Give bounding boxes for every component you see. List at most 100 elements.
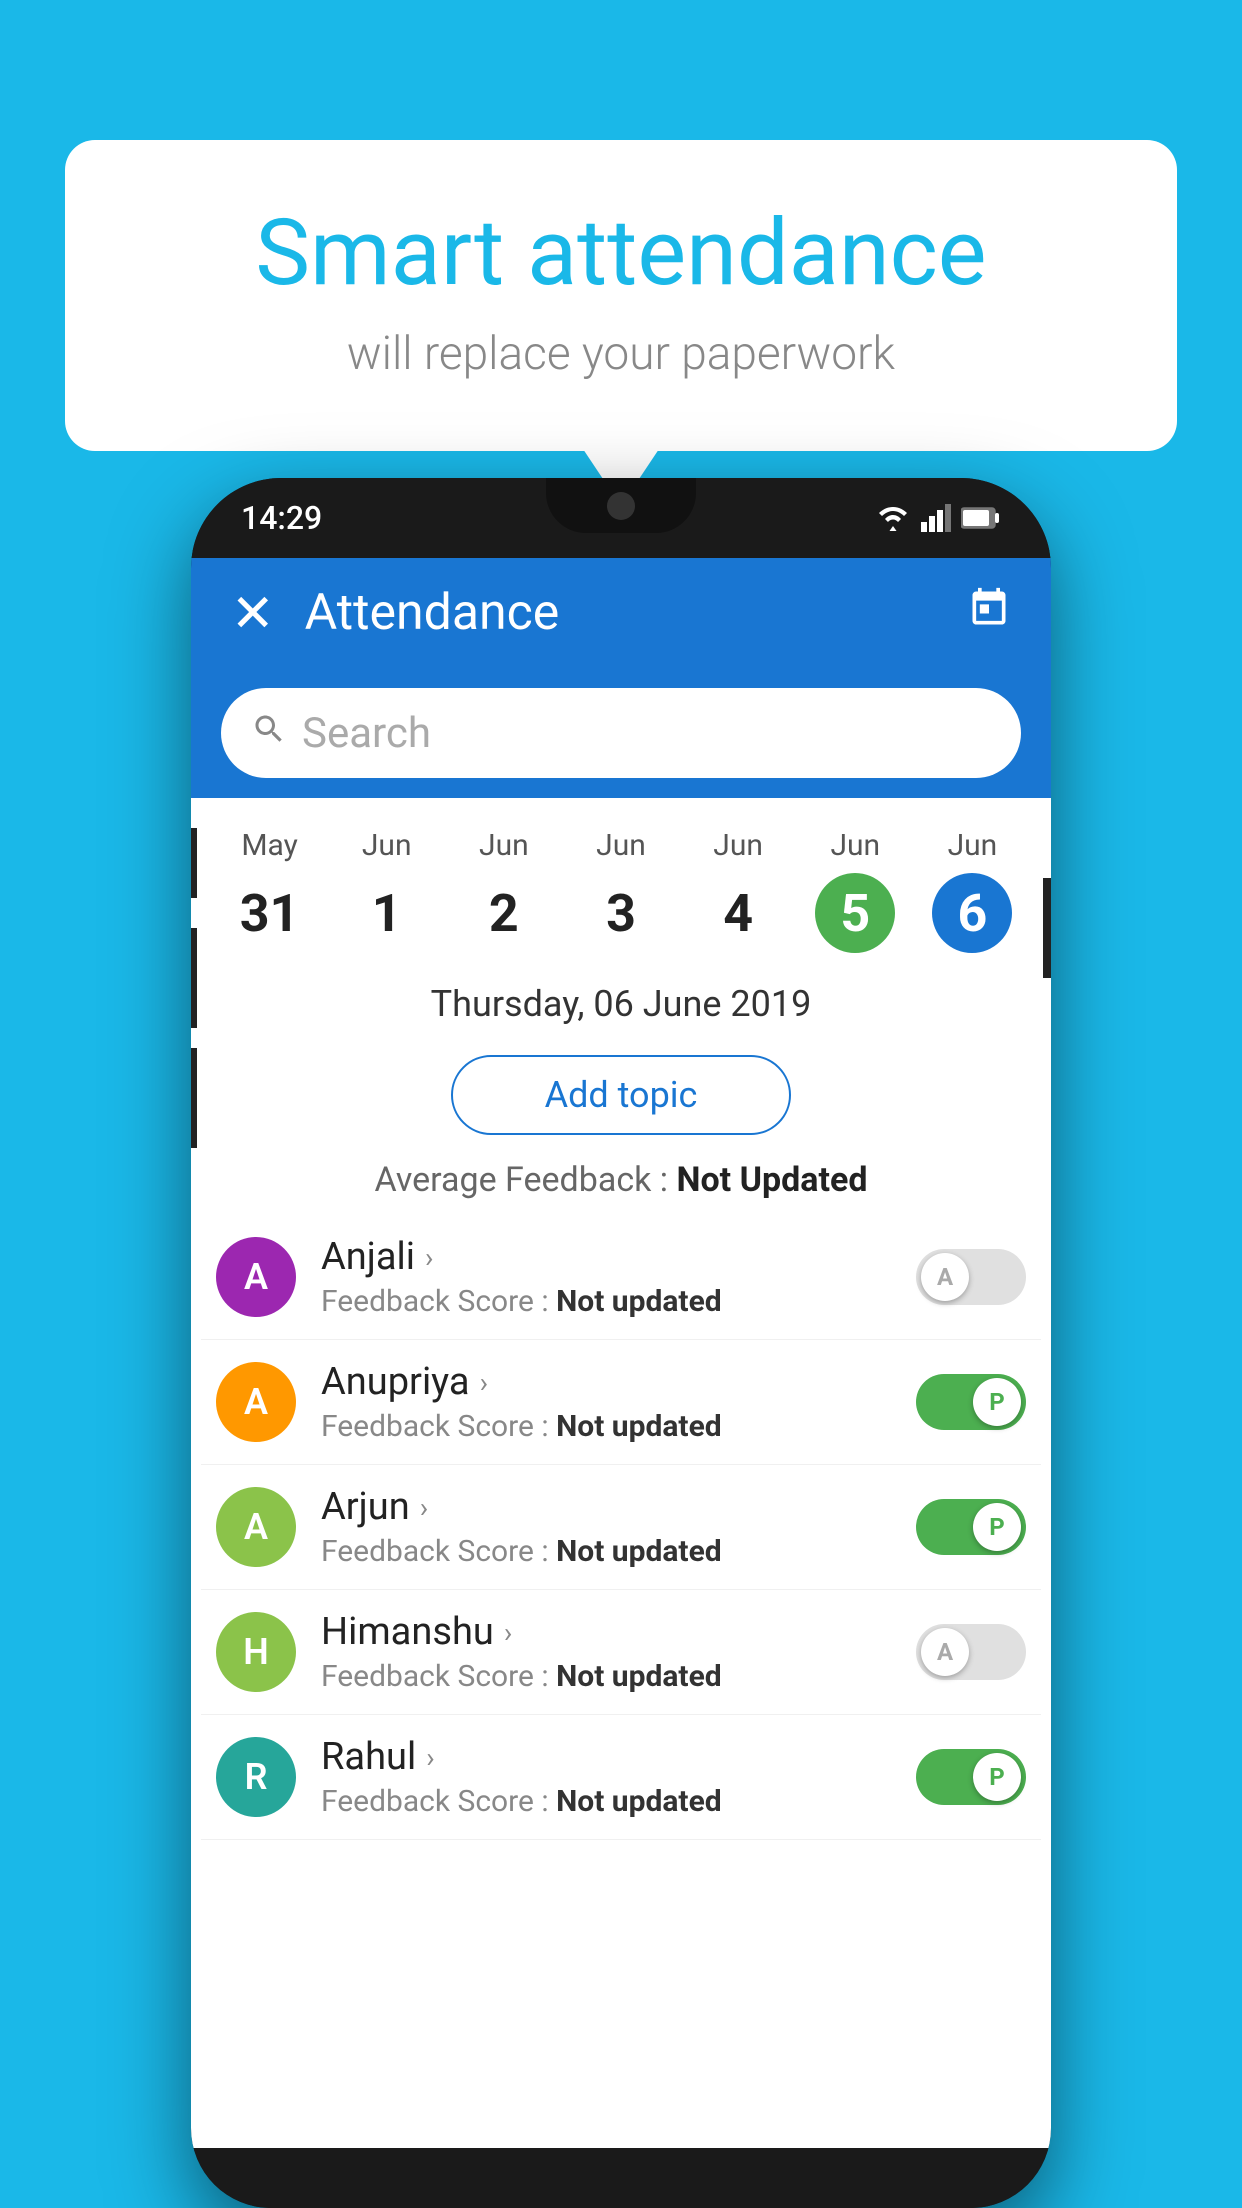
student-list: AAnjali›Feedback Score : Not updatedAAAn… bbox=[191, 1215, 1051, 1840]
phone: 14:29 bbox=[191, 478, 1051, 2208]
day-number[interactable]: 2 bbox=[464, 873, 544, 953]
selected-date: Thursday, 06 June 2019 bbox=[191, 963, 1051, 1045]
bubble-subtitle: will replace your paperwork bbox=[145, 327, 1097, 381]
add-topic-label: Add topic bbox=[545, 1074, 698, 1116]
toggle-knob: A bbox=[921, 1253, 969, 1301]
student-name: Anupriya› bbox=[321, 1360, 906, 1404]
status-time: 14:29 bbox=[241, 499, 322, 537]
toggle-knob: P bbox=[973, 1378, 1021, 1426]
date-col[interactable]: Jun 3 bbox=[562, 828, 679, 953]
attendance-toggle[interactable]: P bbox=[916, 1749, 1026, 1805]
avatar: A bbox=[216, 1362, 296, 1442]
day-number[interactable]: 1 bbox=[347, 873, 427, 953]
student-row[interactable]: A Arjun› Feedback Score : Not updated P bbox=[201, 1465, 1041, 1590]
day-number[interactable]: 31 bbox=[230, 873, 310, 953]
bubble-title: Smart attendance bbox=[145, 200, 1097, 307]
chevron-icon: › bbox=[425, 1241, 433, 1274]
date-col[interactable]: Jun 2 bbox=[445, 828, 562, 953]
attendance-toggle[interactable]: A bbox=[916, 1249, 1026, 1305]
search-bar[interactable]: Search bbox=[221, 688, 1021, 778]
student-row[interactable]: A Anupriya› Feedback Score : Not updated P bbox=[201, 1340, 1041, 1465]
speech-bubble: Smart attendance will replace your paper… bbox=[65, 140, 1177, 451]
avatar: A bbox=[216, 1487, 296, 1567]
avatar: R bbox=[216, 1737, 296, 1817]
feedback-score: Feedback Score : Not updated bbox=[321, 1784, 906, 1819]
app-bar: ✕ Attendance bbox=[191, 558, 1051, 668]
add-topic-button[interactable]: Add topic bbox=[451, 1055, 791, 1135]
calendar-strip: May 31 Jun 1 Jun 2 Jun 3 Jun 4 Jun 5 Jun 6 bbox=[191, 798, 1051, 963]
chevron-icon: › bbox=[480, 1366, 488, 1399]
toggle-knob: P bbox=[973, 1503, 1021, 1551]
day-number[interactable]: 3 bbox=[581, 873, 661, 953]
month-label: Jun bbox=[596, 828, 646, 863]
volume-down-button bbox=[191, 928, 197, 1028]
volume-up-button bbox=[191, 828, 197, 898]
chevron-icon: › bbox=[420, 1491, 428, 1524]
search-icon bbox=[251, 711, 287, 756]
attendance-toggle[interactable]: A bbox=[916, 1624, 1026, 1680]
student-info: Rahul› Feedback Score : Not updated bbox=[321, 1735, 906, 1819]
date-col[interactable]: Jun 5 bbox=[797, 828, 914, 953]
feedback-score: Feedback Score : Not updated bbox=[321, 1409, 906, 1444]
day-number[interactable]: 6 bbox=[932, 873, 1012, 953]
toggle-knob: P bbox=[973, 1753, 1021, 1801]
feedback-score: Feedback Score : Not updated bbox=[321, 1534, 906, 1569]
avatar: A bbox=[216, 1237, 296, 1317]
search-bar-wrapper: Search bbox=[191, 668, 1051, 798]
toggle-wrap[interactable]: P bbox=[906, 1499, 1026, 1555]
student-name: Himanshu› bbox=[321, 1610, 906, 1654]
notch bbox=[546, 478, 696, 533]
app-bar-title: Attendance bbox=[305, 584, 967, 642]
attendance-toggle[interactable]: P bbox=[916, 1499, 1026, 1555]
status-icons bbox=[875, 504, 1001, 532]
camera bbox=[607, 492, 635, 520]
phone-content: Search May 31 Jun 1 Jun 2 Jun 3 Jun 4 Jun 5 Jun 6 Thu… bbox=[191, 668, 1051, 2148]
toggle-wrap[interactable]: A bbox=[906, 1249, 1026, 1305]
chevron-icon: › bbox=[504, 1616, 512, 1649]
date-col[interactable]: May 31 bbox=[211, 828, 328, 953]
wifi-icon bbox=[875, 504, 911, 532]
month-label: Jun bbox=[479, 828, 529, 863]
student-info: Anjali› Feedback Score : Not updated bbox=[321, 1235, 906, 1319]
date-col[interactable]: Jun 4 bbox=[680, 828, 797, 953]
phone-bottom bbox=[191, 2148, 1051, 2208]
student-row[interactable]: H Himanshu› Feedback Score : Not updated A bbox=[201, 1590, 1041, 1715]
side-button-3 bbox=[191, 1048, 197, 1148]
day-number[interactable]: 5 bbox=[815, 873, 895, 953]
phone-wrapper: 14:29 bbox=[191, 478, 1051, 2208]
day-number[interactable]: 4 bbox=[698, 873, 778, 953]
student-name: Rahul› bbox=[321, 1735, 906, 1779]
date-col[interactable]: Jun 6 bbox=[914, 828, 1031, 953]
status-bar: 14:29 bbox=[191, 478, 1051, 558]
power-button bbox=[1043, 878, 1051, 978]
signal-icon bbox=[921, 504, 951, 532]
toggle-wrap[interactable]: A bbox=[906, 1624, 1026, 1680]
student-name: Anjali› bbox=[321, 1235, 906, 1279]
student-row[interactable]: A Anjali› Feedback Score : Not updated A bbox=[201, 1215, 1041, 1340]
toggle-wrap[interactable]: P bbox=[906, 1374, 1026, 1430]
speech-bubble-container: Smart attendance will replace your paper… bbox=[65, 140, 1177, 451]
month-label: Jun bbox=[948, 828, 998, 863]
calendar-icon[interactable] bbox=[967, 586, 1011, 641]
student-name: Arjun› bbox=[321, 1485, 906, 1529]
close-button[interactable]: ✕ bbox=[231, 583, 275, 644]
student-info: Himanshu› Feedback Score : Not updated bbox=[321, 1610, 906, 1694]
toggle-wrap[interactable]: P bbox=[906, 1749, 1026, 1805]
date-col[interactable]: Jun 1 bbox=[328, 828, 445, 953]
student-info: Anupriya› Feedback Score : Not updated bbox=[321, 1360, 906, 1444]
battery-icon bbox=[961, 506, 1001, 530]
student-row[interactable]: R Rahul› Feedback Score : Not updated P bbox=[201, 1715, 1041, 1840]
avatar: H bbox=[216, 1612, 296, 1692]
avg-feedback: Average Feedback : Not Updated bbox=[191, 1145, 1051, 1215]
month-label: Jun bbox=[713, 828, 763, 863]
month-label: Jun bbox=[830, 828, 880, 863]
month-label: May bbox=[241, 828, 297, 863]
feedback-score: Feedback Score : Not updated bbox=[321, 1659, 906, 1694]
attendance-toggle[interactable]: P bbox=[916, 1374, 1026, 1430]
month-label: Jun bbox=[362, 828, 412, 863]
student-info: Arjun› Feedback Score : Not updated bbox=[321, 1485, 906, 1569]
search-placeholder: Search bbox=[302, 709, 431, 758]
feedback-score: Feedback Score : Not updated bbox=[321, 1284, 906, 1319]
toggle-knob: A bbox=[921, 1628, 969, 1676]
chevron-icon: › bbox=[426, 1741, 434, 1774]
